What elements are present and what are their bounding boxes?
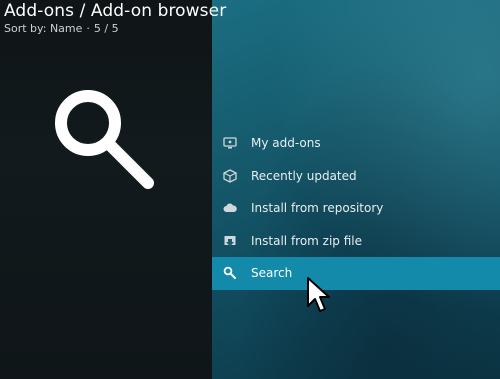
menu-item-label: Recently updated bbox=[251, 168, 357, 183]
addon-browser-screen: Add-ons / Add-on browser Sort by: Name · 5… bbox=[0, 0, 500, 379]
menu-item-install-from-repository[interactable]: Install from repository bbox=[212, 192, 500, 225]
menu-item-my-addons[interactable]: My add-ons bbox=[212, 127, 500, 160]
download-box-icon bbox=[223, 234, 237, 248]
box-icon bbox=[223, 169, 237, 183]
menu-item-label: Search bbox=[251, 266, 293, 281]
separator: · bbox=[86, 22, 90, 35]
sort-label: Sort by: Name bbox=[4, 22, 83, 35]
page-title: Add-ons / Add-on browser bbox=[4, 1, 227, 21]
menu-item-recently-updated[interactable]: Recently updated bbox=[212, 160, 500, 193]
cloud-icon bbox=[223, 201, 237, 215]
mouse-pointer-icon bbox=[307, 277, 330, 312]
page-header: Add-ons / Add-on browser Sort by: Name · 5… bbox=[4, 0, 226, 36]
large-search-icon bbox=[55, 90, 154, 189]
addon-menu: My add-ons Recently updated Install from… bbox=[212, 127, 500, 290]
left-preview-panel bbox=[0, 0, 212, 379]
item-count: 5 / 5 bbox=[93, 22, 119, 35]
menu-item-label: My add-ons bbox=[251, 136, 321, 151]
menu-item-install-from-zip[interactable]: Install from zip file bbox=[212, 225, 500, 258]
menu-item-search[interactable]: Search bbox=[212, 257, 500, 290]
monitor-icon bbox=[223, 136, 237, 150]
sort-info: Sort by: Name · 5 / 5 bbox=[4, 22, 226, 36]
menu-item-label: Install from repository bbox=[251, 201, 384, 216]
menu-item-label: Install from zip file bbox=[251, 233, 363, 248]
search-icon bbox=[223, 266, 237, 280]
